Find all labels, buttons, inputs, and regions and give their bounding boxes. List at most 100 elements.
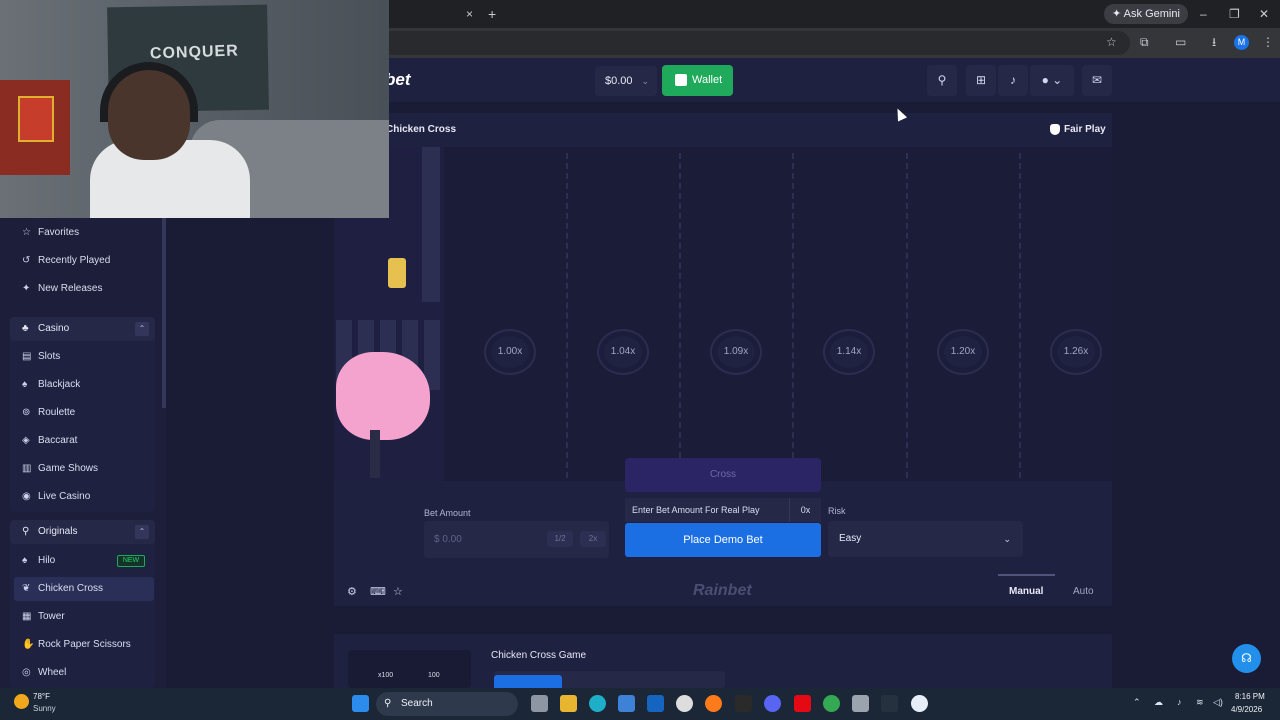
weather-desc[interactable]: Sunny [33, 704, 56, 713]
store-icon[interactable] [618, 695, 635, 712]
headset-icon[interactable]: ☊ [1232, 644, 1261, 673]
hilo-icon: ♠ [22, 555, 28, 566]
tab-manual[interactable]: Manual [1009, 586, 1043, 597]
sidebar-section-casino[interactable]: ♣ Casino ⌃ [10, 317, 155, 341]
download-icon[interactable]: ⭳ [1212, 36, 1216, 48]
multiplier-6: 1.26x [1050, 329, 1102, 375]
sidebar-item-label: Game Shows [38, 463, 99, 474]
cloud-icon[interactable]: ☁ [1154, 697, 1163, 708]
wifi-icon[interactable]: ≋ [1196, 697, 1204, 708]
clock-time[interactable]: 8:16 PM [1235, 692, 1265, 701]
taskbar-search[interactable]: ⚲ Search [376, 692, 518, 716]
extensions-icon[interactable]: ⧉ [1140, 36, 1149, 48]
sidebar-item-favorites[interactable]: ☆ Favorites [14, 221, 154, 245]
sidebar-item-label: Live Casino [38, 491, 91, 502]
sidebar-item-roulette[interactable]: ⊚ Roulette [14, 401, 154, 425]
profile-avatar[interactable]: M [1234, 35, 1249, 50]
clock-date[interactable]: 4/9/2026 [1231, 705, 1262, 714]
volume-icon[interactable]: ◁) [1213, 697, 1223, 708]
new-badge: NEW [117, 555, 145, 567]
tab-auto[interactable]: Auto [1073, 586, 1094, 597]
half-bet-button[interactable]: 1/2 [547, 531, 573, 547]
chevron-up-icon[interactable]: ⌃ [135, 322, 149, 336]
netflix-icon[interactable] [794, 695, 811, 712]
new-tab-icon[interactable]: + [488, 7, 496, 21]
task-view-icon[interactable] [531, 695, 548, 712]
window-close-icon[interactable]: ✕ [1259, 8, 1269, 20]
lane-divider [906, 153, 908, 478]
edge-icon[interactable] [589, 695, 606, 712]
thumb-label: x100 [378, 672, 394, 679]
info-tab-active[interactable] [494, 675, 562, 688]
cast-icon[interactable]: ▭ [1175, 36, 1186, 48]
webcam-overlay: CONQUER [0, 0, 389, 218]
sidebar-item-wheel[interactable]: ◎ Wheel [14, 661, 154, 685]
browser-menu-icon[interactable]: ⋮ [1262, 36, 1274, 48]
info-title: Chicken Cross Game [491, 650, 587, 661]
balance-value: $0.00 [605, 75, 633, 87]
sidebar-item-chicken-cross[interactable]: ❦ Chicken Cross [14, 577, 154, 601]
chevron-up-icon[interactable]: ⌃ [135, 525, 149, 539]
firefox-icon[interactable] [705, 695, 722, 712]
close-tab-icon[interactable]: × [466, 8, 473, 20]
weather-temp[interactable]: 78°F [33, 692, 50, 701]
double-bet-button[interactable]: 2x [580, 531, 606, 547]
terminal-icon[interactable] [881, 695, 898, 712]
user-icon[interactable]: ● ⌄ [1030, 65, 1074, 96]
wallet-button[interactable]: Wallet [662, 65, 733, 96]
tree-trunk [370, 430, 380, 478]
restore-icon[interactable]: ❐ [1229, 8, 1240, 20]
sidebar-item-live-casino[interactable]: ◉ Live Casino [14, 485, 154, 509]
bookmark-star-icon[interactable]: ☆ [1106, 36, 1117, 48]
sidebar-item-baccarat[interactable]: ◈ Baccarat [14, 429, 154, 453]
bell-icon[interactable]: ♪ [998, 65, 1028, 96]
outlook-icon[interactable] [647, 695, 664, 712]
spade-icon: ♠ [22, 379, 28, 390]
chevron-up-icon[interactable]: ⌃ [1133, 697, 1141, 708]
cross-button[interactable]: Cross [625, 458, 821, 492]
sidebar-item-rock-paper-scissors[interactable]: ✋ Rock Paper Scissors [14, 633, 154, 657]
place-demo-bet-button[interactable]: Place Demo Bet [625, 523, 821, 557]
sidebar-section-originals[interactable]: ⚲ Originals ⌃ [10, 520, 155, 544]
hand-icon: ✋ [22, 639, 35, 650]
file-explorer-icon[interactable] [560, 695, 577, 712]
chat-icon[interactable]: ✉ [1082, 65, 1112, 96]
settings-app-icon[interactable] [852, 695, 869, 712]
sidebar-item-blackjack[interactable]: ♠ Blackjack [14, 373, 154, 397]
ask-gemini-button[interactable]: ✦ Ask Gemini [1104, 4, 1188, 24]
sidebar-item-new-releases[interactable]: ✦ New Releases [14, 277, 154, 301]
app-icon[interactable] [676, 695, 693, 712]
gift-icon[interactable]: ⊞ [966, 65, 996, 96]
weather-sun-icon[interactable] [14, 694, 29, 709]
favorite-star-icon[interactable]: ☆ [393, 585, 403, 598]
section-label: Originals [38, 526, 78, 537]
game-board[interactable] [334, 147, 1112, 481]
minimize-icon[interactable]: – [1200, 8, 1207, 20]
sidebar-item-game-shows[interactable]: ▥ Game Shows [14, 457, 154, 481]
app-icon[interactable] [911, 695, 928, 712]
history-icon: ↺ [22, 255, 31, 266]
epic-games-icon[interactable] [735, 695, 752, 712]
balance-selector[interactable]: $0.00 ⌄ [595, 66, 657, 96]
sidebar-scrollbar[interactable] [162, 218, 166, 408]
risk-select[interactable]: Easy ⌄ [828, 521, 1023, 557]
fair-play-button[interactable]: Fair Play [1050, 124, 1106, 135]
url-field[interactable] [360, 31, 1130, 55]
rainbet-watermark: Rainbet [693, 582, 752, 599]
settings-icon[interactable]: ⚙ [347, 585, 357, 598]
microphone-icon[interactable]: ♪ [1177, 697, 1182, 707]
windows-taskbar [0, 688, 1280, 720]
sidebar-item-label: New Releases [38, 283, 103, 294]
sidebar-item-recently-played[interactable]: ↺ Recently Played [14, 249, 154, 273]
chicken-icon: ❦ [22, 583, 31, 594]
discord-icon[interactable] [764, 695, 781, 712]
ask-gemini-label: Ask Gemini [1123, 8, 1180, 20]
search-icon[interactable]: ⚲ [927, 65, 957, 96]
chrome-icon[interactable] [823, 695, 840, 712]
start-icon[interactable] [352, 695, 369, 712]
sidebar-item-tower[interactable]: ▦ Tower [14, 605, 154, 629]
chevron-down-icon: ⌄ [641, 76, 649, 86]
game-shows-icon: ▥ [22, 463, 32, 474]
sidebar-item-slots[interactable]: ▤ Slots [14, 345, 154, 369]
keyboard-icon[interactable]: ⌨ [370, 585, 386, 598]
